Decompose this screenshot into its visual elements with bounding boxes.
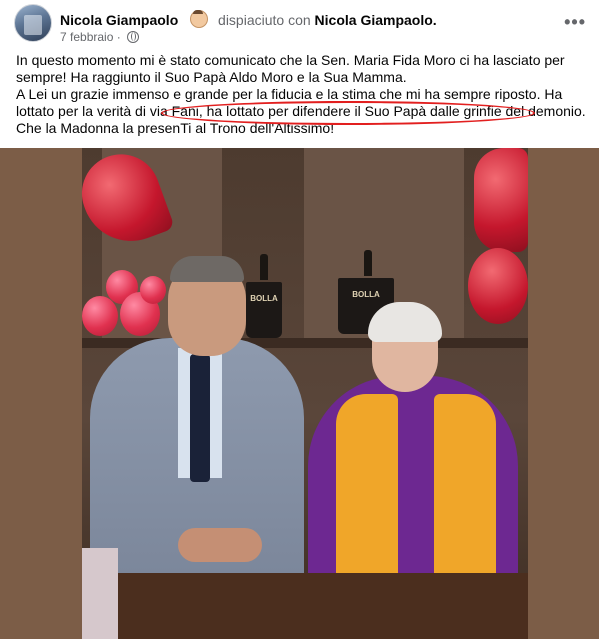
author-line: Nicola Giampaolo dispiaciuto con Nicola … <box>60 10 437 28</box>
gift-box <box>82 548 118 639</box>
globe-icon[interactable] <box>127 31 140 43</box>
man-hair <box>170 256 244 282</box>
red-highlight-ellipse <box>161 101 535 125</box>
woman-vest <box>336 394 398 586</box>
heart-balloon <box>468 248 528 324</box>
balloon <box>82 296 118 336</box>
bottle <box>364 250 372 276</box>
balloon <box>140 276 166 304</box>
man-tie <box>190 354 210 482</box>
date-separator: · <box>116 30 121 44</box>
woman-vest <box>434 394 496 586</box>
feeling-emoji-icon <box>190 10 209 28</box>
feeling-text: dispiaciuto con <box>218 12 311 28</box>
bucket-label: BOLLA <box>352 290 380 299</box>
heart-balloon <box>474 148 528 252</box>
author-name[interactable]: Nicola Giampaolo <box>60 12 178 28</box>
man-hands <box>178 528 262 562</box>
bucket-label: BOLLA <box>250 294 278 303</box>
author-avatar[interactable] <box>14 4 52 42</box>
post-paragraph-1: In questo momento mi è stato comunicato … <box>16 52 565 85</box>
photo-scene: BOLLA BOLLA <box>70 148 528 639</box>
post-photo[interactable]: BOLLA BOLLA <box>0 148 599 639</box>
table <box>82 573 528 639</box>
ice-bucket: BOLLA <box>246 282 282 338</box>
bottle <box>260 254 268 280</box>
more-options-button[interactable]: ••• <box>564 12 586 33</box>
post-date[interactable]: 7 febbraio <box>60 30 113 44</box>
tagged-person[interactable]: Nicola Giampaolo. <box>315 12 437 28</box>
post-header: Nicola Giampaolo dispiaciuto con Nicola … <box>14 4 586 44</box>
post-meta: 7 febbraio · <box>60 30 140 44</box>
